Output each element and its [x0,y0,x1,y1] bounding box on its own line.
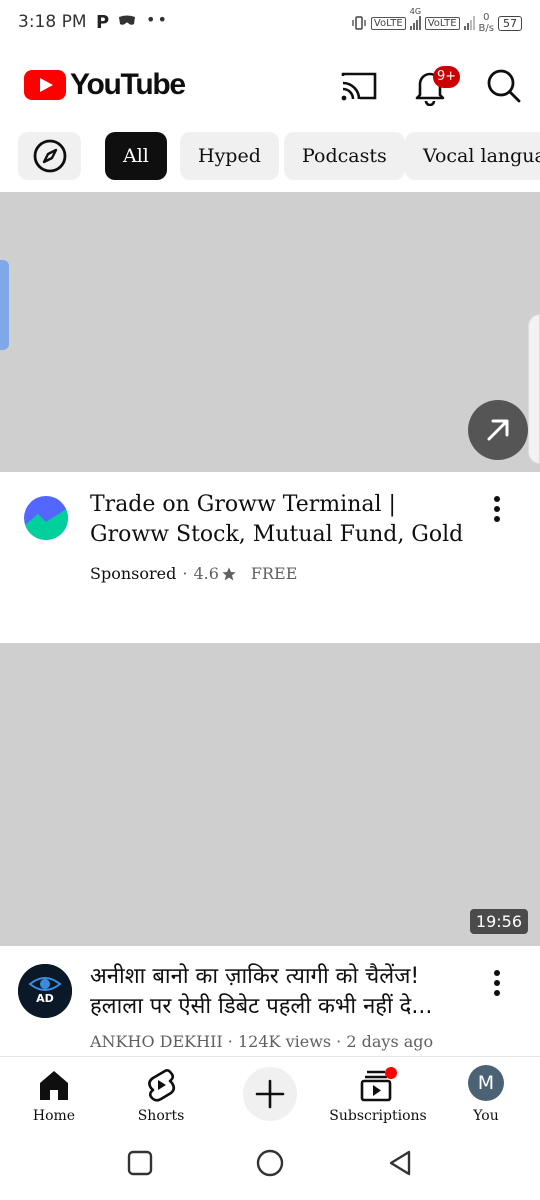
network-speed: 0 B/s [478,12,494,34]
signal-2-icon [463,16,475,30]
video-duration: 19:56 [469,909,528,934]
youtube-logo[interactable]: YouTube [24,68,186,102]
status-time: 3:18 PM [18,12,87,32]
volte-badge-1: VoLTE [370,16,406,30]
nav-home[interactable]: Home [4,1063,104,1124]
arrow-up-right-icon [487,419,509,441]
channel-eye-logo [18,964,72,1018]
chip-all[interactable]: All [105,132,167,180]
compass-icon [33,139,67,173]
notification-count-badge: 9+ [433,66,461,88]
ad-thumbnail[interactable] [0,192,540,472]
ad-title[interactable]: Trade on Groww Terminal | Groww Stock, M… [90,490,470,550]
nav-shorts[interactable]: Shorts [111,1063,211,1124]
home-circle-icon[interactable] [255,1148,285,1178]
video-info[interactable]: AD अनीशा बानो का ज़ाकिर त्यागी को चैलेंज… [0,946,540,1056]
status-bar: 3:18 PM P •• VoLTE 4G VoLTE 0 B/s 57 [0,0,540,48]
more-notifications-icon: •• [146,10,169,29]
sponsored-label: Sponsored [90,564,177,583]
upload-age: 2 days ago [346,1032,434,1051]
nav-subscriptions-label: Subscriptions [329,1108,427,1124]
top-app-bar: YouTube 9+ [0,56,540,116]
video-meta: ANKHO DEKHII · 124K views · 2 days ago [90,1032,433,1051]
ad-meta: Sponsored · 4.6 FREE [90,564,297,583]
volte-badge-2: VoLTE [424,16,460,30]
meta-separator: · [222,1032,238,1051]
nav-subscriptions[interactable]: Subscriptions [328,1063,428,1124]
youtube-wordmark: YouTube [70,68,186,101]
chip-hyped[interactable]: Hyped [180,132,279,180]
mask-notification-icon [119,15,135,25]
nav-you[interactable]: M You [436,1063,536,1124]
nav-home-label: Home [32,1108,76,1124]
subscriptions-icon [360,1067,397,1102]
star-icon [222,566,236,580]
explore-chip[interactable] [18,132,81,180]
cast-icon[interactable] [338,66,378,106]
filter-chips-bar: All Hyped Podcasts Vocal languag [0,132,540,180]
channel-avatar-text: AD [36,992,54,1005]
system-navigation-bar [0,1126,540,1200]
channel-name[interactable]: ANKHO DEKHII [90,1032,223,1051]
bottom-navigation: Home Shorts Subscriptions M You [0,1056,540,1126]
ad-price: FREE [250,564,298,583]
create-button[interactable] [243,1067,297,1121]
open-ad-button[interactable] [468,400,528,460]
side-panel-handle[interactable] [0,260,9,350]
ad-info[interactable]: Trade on Groww Terminal | Groww Stock, M… [0,472,540,642]
signal-1-icon: 4G [409,7,421,30]
status-right: VoLTE 4G VoLTE 0 B/s 57 [351,7,522,38]
nav-shorts-label: Shorts [137,1108,185,1124]
video-more-options-icon[interactable] [487,968,507,998]
video-title[interactable]: अनीशा बानो का ज़ाकिर त्यागी को चैलेंज! ह… [90,962,470,1022]
home-icon [40,1071,68,1100]
chip-vocal-languages[interactable]: Vocal languag [405,132,540,180]
video-title-line1: अनीशा बानो का ज़ाकिर त्यागी को चैलेंज! [90,964,420,989]
groww-logo [24,496,68,540]
shorts-icon [148,1069,176,1102]
plus-icon [255,1079,285,1109]
video-thumbnail[interactable]: 19:56 [0,643,540,946]
recents-square-icon[interactable] [125,1148,155,1178]
meta-separator: · [182,564,188,583]
nav-you-label: You [473,1108,499,1124]
view-count: 124K views [237,1032,332,1051]
chip-podcasts[interactable]: Podcasts [284,132,405,180]
battery-indicator: 57 [498,15,522,31]
video-title-line2: हलाला पर ऐसी डिबेट पहली कभी नहीं दे... [90,994,433,1019]
youtube-play-icon [24,70,66,100]
parking-notification-icon: P [96,12,110,33]
channel-avatar[interactable]: AD [18,964,72,1018]
ad-more-options-icon[interactable] [487,494,507,524]
ad-rating: 4.6 [193,564,219,583]
network-type: 4G [409,7,422,16]
user-avatar: M [468,1065,504,1101]
meta-separator: · [331,1032,347,1051]
back-triangle-icon[interactable] [385,1148,415,1178]
search-icon[interactable] [484,66,524,106]
vibrate-icon [352,16,366,30]
edge-panel-handle[interactable] [528,314,540,464]
